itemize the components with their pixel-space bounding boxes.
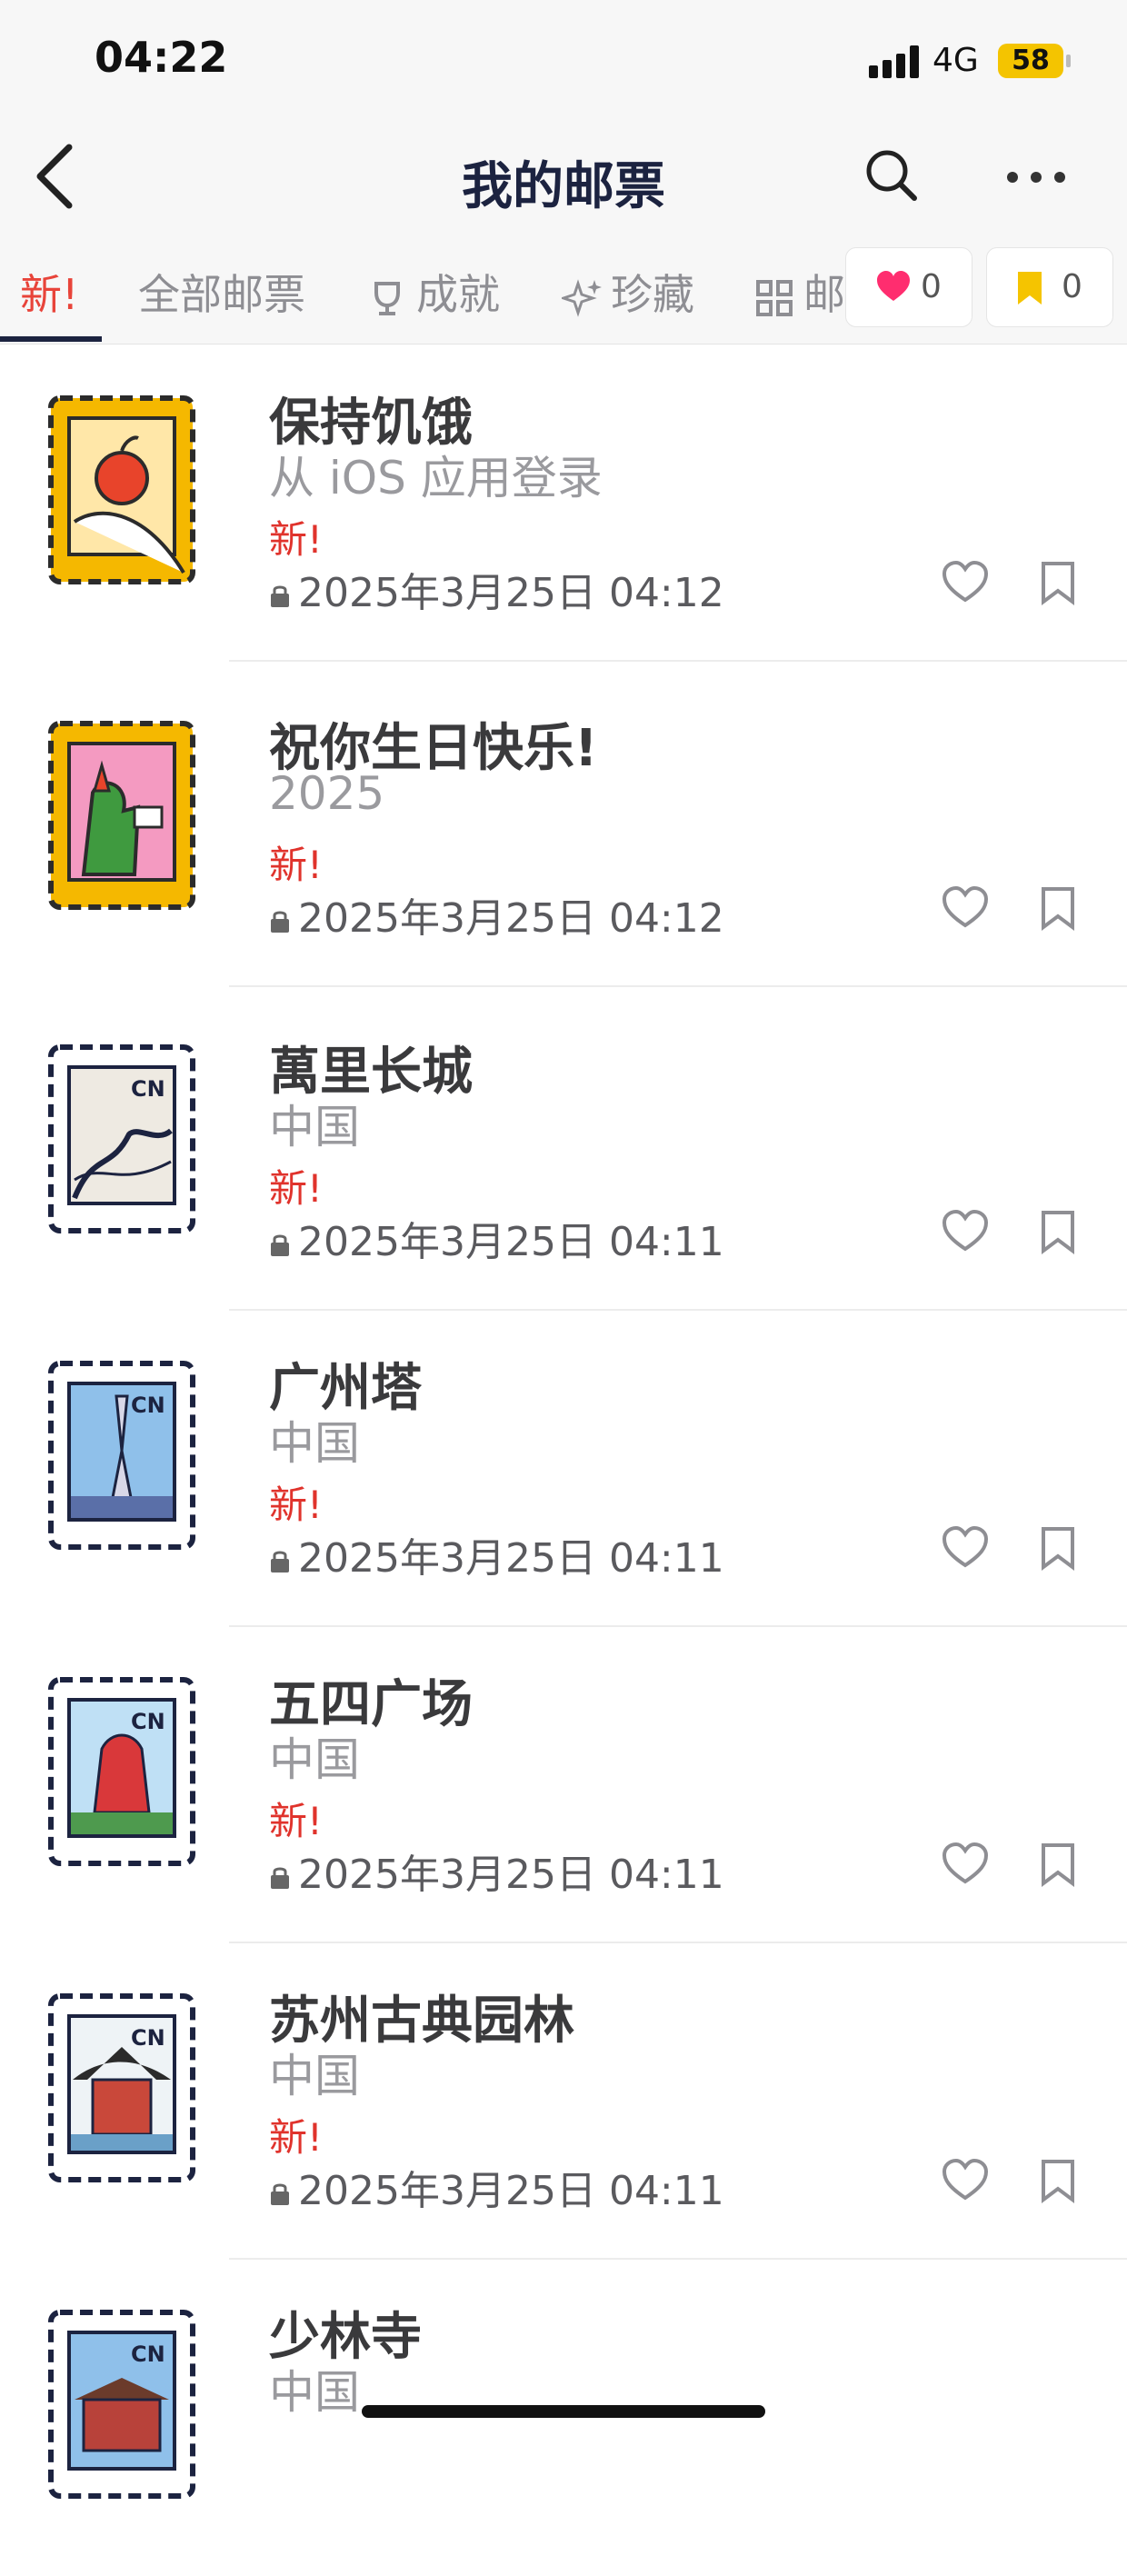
nav-bar: 我的邮票 xyxy=(0,118,1127,236)
heart-filled-icon xyxy=(877,271,910,301)
new-badge: 新! xyxy=(269,517,323,562)
lock-icon xyxy=(271,1234,289,1256)
svg-text:CN: CN xyxy=(131,1709,165,1734)
home-indicator xyxy=(362,2405,765,2418)
like-icon[interactable] xyxy=(942,2158,989,2202)
row-divider xyxy=(229,985,1127,987)
tab-label: 珍藏 xyxy=(611,270,694,319)
list-item[interactable]: CN 苏州古典园林 中国 新! 2025年3月25日 04:11 xyxy=(0,1943,1127,2260)
lock-icon xyxy=(271,585,289,607)
suzhou-garden-stamp-icon: CN xyxy=(48,1993,195,2182)
tab-label: 全部邮票 xyxy=(138,270,305,319)
new-badge: 新! xyxy=(269,1483,323,1527)
new-badge: 新! xyxy=(269,843,323,887)
like-icon[interactable] xyxy=(942,885,989,929)
stamp-subtitle: 中国 xyxy=(269,1101,360,1153)
like-icon[interactable] xyxy=(942,1209,989,1253)
stamp-date: 2025年3月25日 04:12 xyxy=(269,885,724,944)
list-item[interactable]: 祝你生日快乐! 2025 新! 2025年3月25日 04:12 xyxy=(0,671,1127,987)
tab-bar: 新! 全部邮票 成就 珍藏 邮 0 0 xyxy=(0,236,1127,344)
apple-hand-stamp-icon xyxy=(48,395,195,584)
tab-label: 邮 xyxy=(803,270,845,319)
bookmark-icon[interactable] xyxy=(1040,1842,1076,1887)
active-tab-indicator xyxy=(0,336,102,342)
status-bar: 04:22 4G 58 xyxy=(0,0,1127,118)
stamp-date: 2025年3月25日 04:11 xyxy=(269,2158,724,2216)
great-wall-stamp-icon: CN xyxy=(48,1044,195,1233)
canton-tower-stamp-icon: CN xyxy=(48,1361,195,1550)
stamp-subtitle: 中国 xyxy=(269,2366,360,2419)
bookmark-icon[interactable] xyxy=(1040,1209,1076,1254)
likes-count: 0 xyxy=(921,268,942,305)
page-title: 我的邮票 xyxy=(462,157,665,216)
status-time: 04:22 xyxy=(95,33,228,82)
list-item[interactable]: CN 广州塔 中国 新! 2025年3月25日 04:11 xyxy=(0,1311,1127,1627)
svg-text:CN: CN xyxy=(131,1076,165,1102)
trophy-icon xyxy=(374,281,400,315)
new-badge: 新! xyxy=(269,2115,323,2160)
tab-stamp-grid[interactable]: 邮 xyxy=(754,262,845,322)
shaolin-temple-stamp-icon: CN xyxy=(48,2310,195,2499)
search-icon[interactable] xyxy=(860,144,923,207)
list-item[interactable]: 保持饥饿 从 iOS 应用登录 新! 2025年3月25日 04:12 xyxy=(0,345,1127,662)
network-type: 4G xyxy=(933,42,979,79)
lock-icon xyxy=(271,1551,289,1573)
stamp-subtitle: 2025 xyxy=(269,767,385,820)
stamp-date: 2025年3月25日 04:11 xyxy=(269,1842,724,1900)
stamp-date: 2025年3月25日 04:11 xyxy=(269,1525,724,1583)
stamp-date: 2025年3月25日 04:11 xyxy=(269,1209,724,1267)
lock-icon xyxy=(271,2183,289,2205)
like-icon[interactable] xyxy=(942,1842,989,1885)
stamp-subtitle: 从 iOS 应用登录 xyxy=(269,452,603,504)
grid-icon xyxy=(756,279,793,316)
bookmark-filled-icon xyxy=(1018,272,1042,305)
tab-all-stamps[interactable]: 全部邮票 xyxy=(138,262,305,322)
bookmark-icon[interactable] xyxy=(1040,560,1076,605)
stamp-subtitle: 中国 xyxy=(269,2050,360,2102)
svg-text:CN: CN xyxy=(131,2025,165,2051)
tab-label: 新! xyxy=(20,270,79,319)
row-divider xyxy=(229,660,1127,662)
bookmark-icon[interactable] xyxy=(1040,2158,1076,2203)
stamp-subtitle: 中国 xyxy=(269,1417,360,1470)
stamp-subtitle: 中国 xyxy=(269,1733,360,1786)
more-icon[interactable] xyxy=(1000,155,1072,200)
battery-icon: 58 xyxy=(998,44,1071,78)
tab-collection[interactable]: 珍藏 xyxy=(562,262,694,322)
list-item[interactable]: CN 五四广场 中国 新! 2025年3月25日 04:11 xyxy=(0,1627,1127,1943)
lock-icon xyxy=(271,1867,289,1889)
stamp-date: 2025年3月25日 04:12 xyxy=(269,560,724,618)
list-item[interactable]: CN 少林寺 中国 xyxy=(0,2260,1127,2576)
bookmarks-count: 0 xyxy=(1062,268,1082,305)
lock-icon xyxy=(271,911,289,933)
sparkle-icon xyxy=(562,278,602,317)
like-icon[interactable] xyxy=(942,1525,989,1569)
may-fourth-square-stamp-icon: CN xyxy=(48,1677,195,1866)
svg-text:CN: CN xyxy=(131,1393,165,1418)
likes-filter-button[interactable]: 0 xyxy=(845,247,972,327)
tab-achievements[interactable]: 成就 xyxy=(367,262,500,322)
birthday-crocodile-stamp-icon xyxy=(48,721,195,910)
svg-text:CN: CN xyxy=(131,2341,165,2367)
bookmark-icon[interactable] xyxy=(1040,885,1076,931)
bookmark-icon[interactable] xyxy=(1040,1525,1076,1571)
tab-label: 成就 xyxy=(416,270,500,319)
list-item[interactable]: CN 萬里长城 中国 新! 2025年3月25日 04:11 xyxy=(0,994,1127,1311)
bookmarks-filter-button[interactable]: 0 xyxy=(986,247,1113,327)
signal-icon xyxy=(869,45,920,78)
like-icon[interactable] xyxy=(942,560,989,604)
new-badge: 新! xyxy=(269,1799,323,1843)
tab-new[interactable]: 新! xyxy=(20,262,78,322)
new-badge: 新! xyxy=(269,1166,323,1211)
